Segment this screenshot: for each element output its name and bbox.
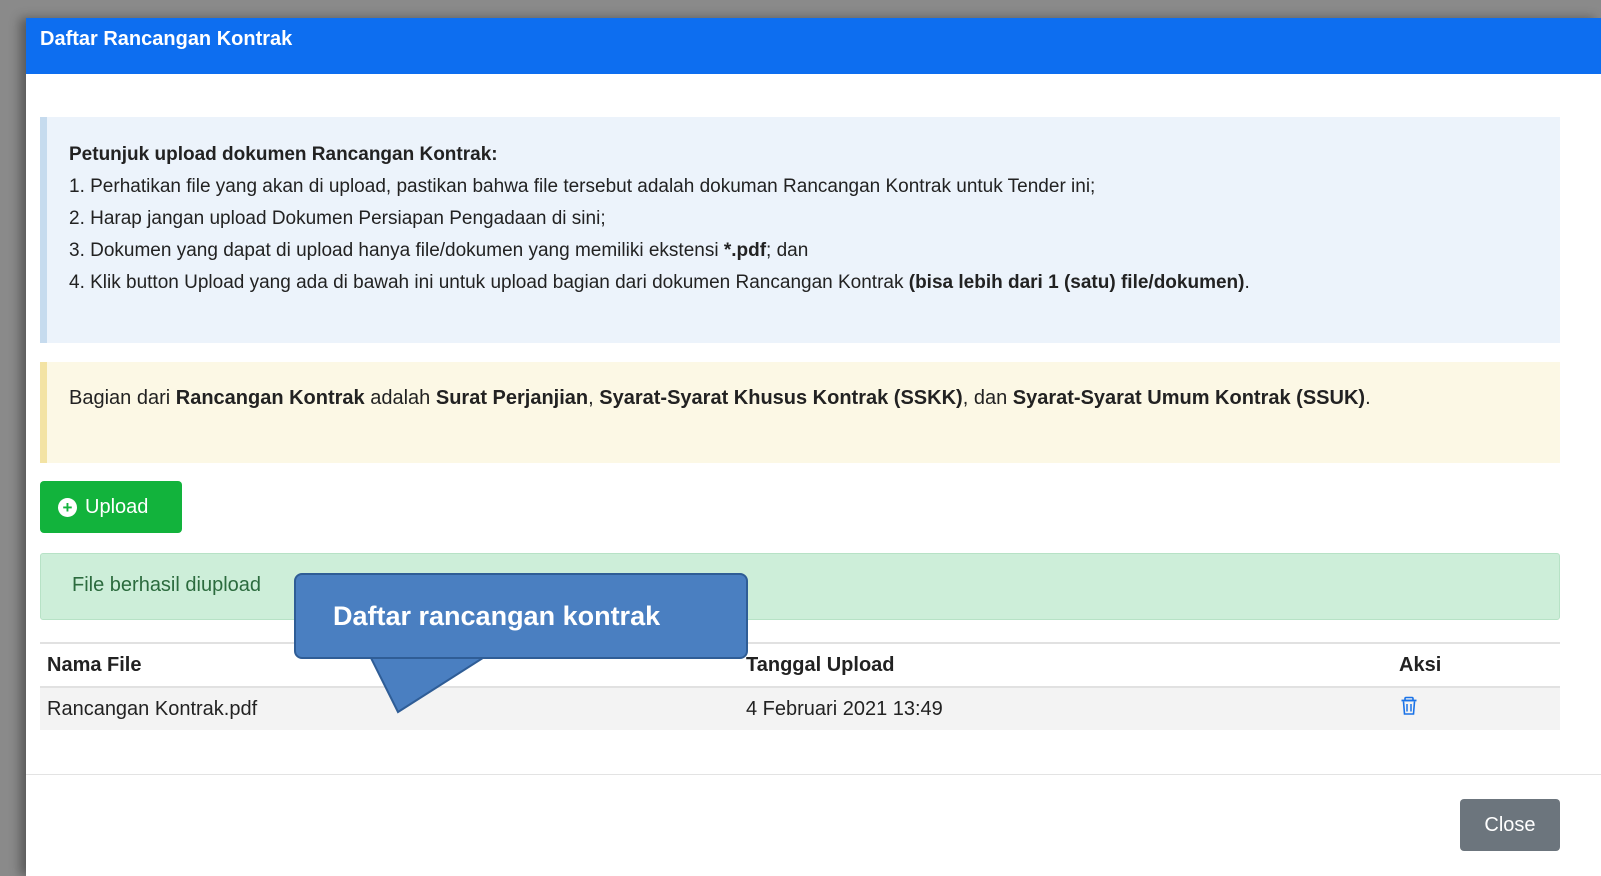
callout-text: Daftar rancangan kontrak xyxy=(333,600,661,631)
callout-pointer xyxy=(368,655,490,714)
callout-label: Daftar rancangan kontrak xyxy=(294,573,748,659)
